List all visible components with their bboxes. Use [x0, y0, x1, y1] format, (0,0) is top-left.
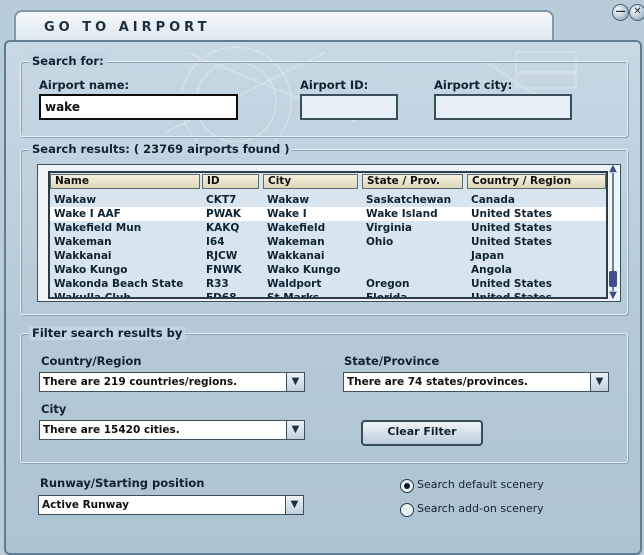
table-cell-city: Wakkanai: [267, 250, 325, 262]
table-cell-country: United States: [471, 292, 552, 299]
table-cell-city: Wakaw: [267, 194, 310, 206]
table-cell-city: Wako Kungo: [267, 264, 341, 276]
runway-label: Runway/Starting position: [40, 476, 205, 490]
table-cell-country: Japan: [471, 250, 505, 262]
state-province-value: There are 74 states/provinces.: [347, 376, 529, 388]
table-cell-country: United States: [471, 222, 552, 234]
addon-scenery-radio[interactable]: [400, 503, 414, 517]
airport-name-label: Airport name:: [39, 78, 130, 92]
airport-name-input[interactable]: [39, 94, 238, 120]
clear-filter-button[interactable]: Clear Filter: [361, 420, 483, 446]
column-header-city[interactable]: City: [263, 174, 358, 189]
addon-scenery-label[interactable]: Search add-on scenery: [417, 502, 544, 515]
airport-city-input[interactable]: [434, 94, 572, 120]
city-filter-label: City: [41, 402, 67, 416]
table-cell-id: FNWK: [206, 264, 242, 276]
scroll-down-icon[interactable]: ▼: [606, 290, 620, 301]
table-cell-id: PWAK: [206, 208, 242, 220]
filter-legend: Filter search results by: [29, 326, 186, 340]
airport-city-label: Airport city:: [434, 78, 513, 92]
country-region-value: There are 219 countries/regions.: [43, 376, 238, 388]
table-cell-name: Wakulla Club: [54, 292, 131, 299]
table-cell-country: United States: [471, 208, 552, 220]
results-scrollbar[interactable]: ▲ ▼: [606, 163, 620, 301]
table-cell-name: Wako Kungo: [54, 264, 128, 276]
airport-id-input[interactable]: [300, 94, 398, 120]
close-button[interactable]: ✕: [629, 4, 644, 21]
column-header-id[interactable]: ID: [202, 174, 259, 189]
table-cell-name: Wake I AAF: [54, 208, 121, 220]
chevron-down-icon[interactable]: ▼: [286, 421, 304, 439]
table-cell-country: United States: [471, 236, 552, 248]
search-results-legend: Search results: ( 23769 airports found ): [29, 142, 293, 156]
city-filter-select[interactable]: There are 15420 cities. ▼: [39, 420, 305, 440]
airport-id-label: Airport ID:: [300, 78, 369, 92]
table-cell-name: Wakaw: [54, 194, 97, 206]
table-cell-country: United States: [471, 278, 552, 290]
table-cell-city: Wakeman: [267, 236, 325, 248]
column-header-name[interactable]: Name: [50, 174, 200, 189]
chevron-down-icon[interactable]: ▼: [285, 496, 303, 514]
table-row[interactable]: Wako Kungo FNWK Wako Kungo Angola: [50, 263, 606, 277]
state-province-select[interactable]: There are 74 states/provinces. ▼: [343, 372, 609, 392]
window-title-tab: GO TO AIRPORT: [14, 10, 554, 44]
search-for-legend: Search for:: [29, 54, 107, 68]
table-cell-name: Wakeman: [54, 236, 112, 248]
default-scenery-label[interactable]: Search default scenery: [417, 478, 544, 491]
table-cell-id: I64: [206, 236, 225, 248]
table-cell-id: FD68: [206, 292, 237, 299]
table-cell-state: Florida: [366, 292, 408, 299]
table-cell-state: Saskatchewan: [366, 194, 452, 206]
chevron-down-icon[interactable]: ▼: [286, 373, 304, 391]
country-region-select[interactable]: There are 219 countries/regions. ▼: [39, 372, 305, 392]
table-cell-id: CKT7: [206, 194, 237, 206]
search-results-group: Search results: ( 23769 airports found )…: [20, 142, 628, 315]
table-cell-city: Waldport: [267, 278, 322, 290]
country-region-label: Country/Region: [41, 354, 142, 368]
minimize-button[interactable]: —: [612, 4, 629, 21]
table-cell-name: Wakkanai: [54, 250, 112, 262]
table-cell-id: RJCW: [206, 250, 238, 262]
results-list[interactable]: Name ID City State / Prov. Country / Reg…: [48, 171, 608, 299]
table-cell-country: Canada: [471, 194, 515, 206]
table-row[interactable]: Wakaw CKT7 Wakaw Saskatchewan Canada: [50, 193, 606, 207]
runway-select[interactable]: Active Runway ▼: [38, 495, 304, 515]
table-cell-name: Wakefield Mun: [54, 222, 142, 234]
table-cell-id: R33: [206, 278, 229, 290]
column-header-country[interactable]: Country / Region: [467, 174, 606, 189]
city-filter-value: There are 15420 cities.: [43, 424, 180, 436]
filter-group: Filter search results by Country/Region …: [20, 326, 628, 463]
table-cell-id: KAKQ: [206, 222, 240, 234]
table-cell-city: Wakefield: [267, 222, 326, 234]
search-for-group: Search for: Airport name: Airport ID: Ai…: [20, 54, 628, 137]
table-cell-city: St Marks: [267, 292, 320, 299]
results-panel: Name ID City State / Prov. Country / Reg…: [37, 163, 621, 302]
table-row[interactable]: Wakeman I64 Wakeman Ohio United States: [50, 235, 606, 249]
table-row[interactable]: Wakonda Beach State R33 Waldport Oregon Unit…: [50, 277, 606, 291]
state-province-label: State/Province: [344, 354, 440, 368]
table-row[interactable]: Wake I AAF PWAK Wake I Wake Island United St…: [50, 207, 606, 221]
table-cell-state: Oregon: [366, 278, 410, 290]
table-row[interactable]: Wakefield Mun KAKQ Wakefield Virginia United…: [50, 221, 606, 235]
table-cell-name: Wakonda Beach State: [54, 278, 184, 290]
column-header-state[interactable]: State / Prov.: [362, 174, 463, 189]
chevron-down-icon[interactable]: ▼: [590, 373, 608, 391]
default-scenery-radio[interactable]: [400, 479, 414, 493]
table-cell-state: Wake Island: [366, 208, 438, 220]
runway-value: Active Runway: [42, 499, 129, 511]
table-cell-country: Angola: [471, 264, 513, 276]
table-row[interactable]: Wakulla Club FD68 St Marks Florida United St…: [50, 291, 606, 299]
table-row[interactable]: Wakkanai RJCW Wakkanai Japan: [50, 249, 606, 263]
table-cell-city: Wake I: [267, 208, 307, 220]
window-title: GO TO AIRPORT: [44, 20, 211, 35]
table-cell-state: Ohio: [366, 236, 394, 248]
results-header: Name ID City State / Prov. Country / Reg…: [50, 173, 606, 191]
dialog-body: Search for: Airport name: Airport ID: Ai…: [4, 40, 642, 555]
table-cell-state: Virginia: [366, 222, 412, 234]
scroll-thumb[interactable]: [609, 271, 617, 287]
